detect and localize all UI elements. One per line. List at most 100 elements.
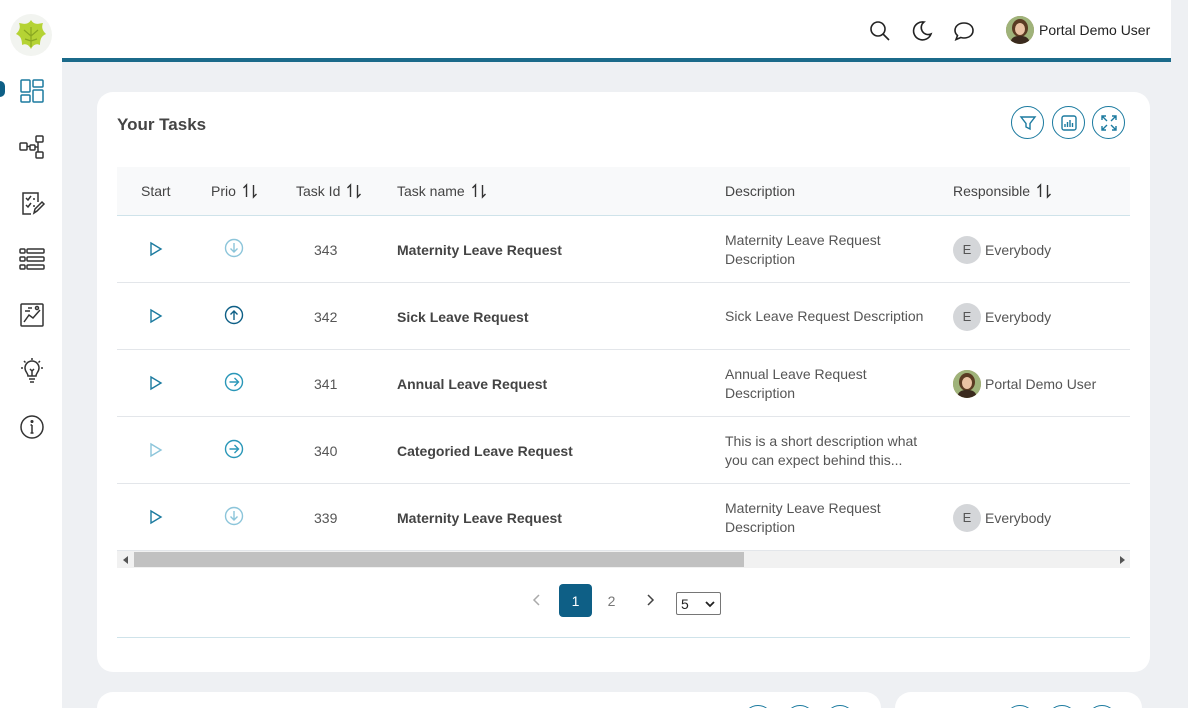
chat-button[interactable] xyxy=(952,19,976,43)
column-task-id-label: Task Id xyxy=(296,183,341,199)
tasks-widget: Your Tasks Start Prio Task Id Task name … xyxy=(97,92,1150,672)
task-name[interactable]: Maternity Leave Request xyxy=(397,484,562,551)
dashboard-icon xyxy=(20,79,44,103)
task-id: 341 xyxy=(314,375,338,392)
user-name: Portal Demo User xyxy=(1039,22,1151,38)
column-prio-label: Prio xyxy=(211,183,236,199)
tasks-table: Start Prio Task Id Task name Description… xyxy=(117,167,1130,551)
priority-normal-icon xyxy=(224,439,244,459)
start-task-button[interactable] xyxy=(149,375,165,391)
task-name[interactable]: Sick Leave Request xyxy=(397,283,529,350)
scroll-left-button[interactable] xyxy=(117,551,134,568)
chevron-down-icon xyxy=(705,601,715,608)
column-responsible-label: Responsible xyxy=(953,183,1031,199)
responsible-name: Portal Demo User xyxy=(985,375,1097,392)
page-size-value: 5 xyxy=(681,595,689,612)
task-id: 339 xyxy=(314,509,338,526)
triangle-left-icon xyxy=(122,555,128,564)
task-responsible: E Everybody xyxy=(953,216,1051,283)
column-task-id[interactable]: Task Id xyxy=(296,167,362,215)
search-icon xyxy=(870,21,890,41)
scrollbar-thumb[interactable] xyxy=(134,552,744,567)
sidebar-item-ideas[interactable] xyxy=(17,356,47,386)
scroll-right-button[interactable] xyxy=(1113,551,1130,568)
page-button-2[interactable]: 2 xyxy=(595,584,628,617)
filter-button[interactable] xyxy=(1011,106,1044,139)
widget-card-2 xyxy=(97,692,881,708)
table-row[interactable]: 342 Sick Leave Request Sick Leave Reques… xyxy=(117,283,1130,350)
sidebar-item-info[interactable] xyxy=(17,412,47,442)
task-description: This is a short description what you can… xyxy=(725,432,918,468)
widget-card-3 xyxy=(895,692,1142,708)
task-id: 343 xyxy=(314,241,338,258)
sort-icon[interactable] xyxy=(242,183,258,199)
table-row[interactable]: 343 Maternity Leave Request Maternity Le… xyxy=(117,216,1130,283)
sort-icon[interactable] xyxy=(471,183,487,199)
priority-low-icon xyxy=(224,238,244,258)
task-responsible: Portal Demo User xyxy=(953,350,1096,417)
column-responsible[interactable]: Responsible xyxy=(953,167,1052,215)
play-icon xyxy=(150,375,163,391)
table-header: Start Prio Task Id Task name Description… xyxy=(117,167,1130,216)
column-prio[interactable]: Prio xyxy=(211,167,258,215)
moon-icon xyxy=(912,21,933,41)
task-name[interactable]: Categoried Leave Request xyxy=(397,417,573,484)
active-nav-marker xyxy=(0,81,5,97)
task-id: 342 xyxy=(314,308,338,325)
table-row[interactable]: 339 Maternity Leave Request Maternity Le… xyxy=(117,484,1130,551)
column-start-label: Start xyxy=(141,183,171,199)
task-name[interactable]: Annual Leave Request xyxy=(397,350,547,417)
task-id: 340 xyxy=(314,442,338,459)
responsible-avatar xyxy=(953,369,981,398)
start-task-button[interactable] xyxy=(149,308,165,324)
start-task-button[interactable] xyxy=(149,241,165,257)
horizontal-scrollbar[interactable] xyxy=(117,551,1130,568)
dark-mode-toggle[interactable] xyxy=(910,19,934,43)
column-description-label: Description xyxy=(725,183,796,199)
ivy-logo-icon[interactable] xyxy=(10,14,52,56)
chart-button[interactable] xyxy=(1052,106,1085,139)
priority-normal-icon xyxy=(224,372,244,392)
start-task-button[interactable] xyxy=(149,509,165,525)
column-task-name[interactable]: Task name xyxy=(397,167,487,215)
tasks-widget-title: Your Tasks xyxy=(117,115,207,134)
table-row[interactable]: 340 Categoried Leave Request This is a s… xyxy=(117,417,1130,484)
task-description: Maternity Leave Request Description xyxy=(725,499,881,535)
priority-low-icon xyxy=(224,506,244,526)
start-task-button-disabled xyxy=(149,442,165,458)
sort-icon[interactable] xyxy=(1036,183,1052,199)
expand-button[interactable] xyxy=(1092,106,1125,139)
user-avatar xyxy=(1006,16,1034,44)
responsible-avatar: E xyxy=(953,302,981,331)
priority-high-icon xyxy=(224,305,244,325)
user-menu[interactable]: Portal Demo User xyxy=(1006,15,1150,45)
triangle-right-icon xyxy=(1119,555,1125,564)
responsible-avatar: E xyxy=(953,503,981,532)
sidebar-item-tasks[interactable] xyxy=(17,188,47,218)
task-responsible: E Everybody xyxy=(953,484,1051,551)
card-divider xyxy=(117,637,1130,638)
expand-icon xyxy=(1100,114,1117,131)
page-button-1[interactable]: 1 xyxy=(559,584,592,617)
lightbulb-icon xyxy=(21,358,43,383)
sidebar-item-processes[interactable] xyxy=(17,132,47,162)
sidebar-item-cases[interactable] xyxy=(17,244,47,274)
previous-page-button[interactable] xyxy=(529,592,545,608)
task-description: Maternity Leave Request Description xyxy=(725,231,881,267)
next-page-button[interactable] xyxy=(642,592,658,608)
play-icon xyxy=(150,241,163,257)
task-responsible: E Everybody xyxy=(953,283,1051,350)
responsible-avatar: E xyxy=(953,235,981,264)
sidebar-item-dashboard[interactable] xyxy=(17,76,47,106)
info-icon xyxy=(20,415,44,439)
sidebar-item-statistics[interactable] xyxy=(17,300,47,330)
sort-icon[interactable] xyxy=(346,183,362,199)
table-row[interactable]: 341 Annual Leave Request Annual Leave Re… xyxy=(117,350,1130,417)
top-header: Portal Demo User xyxy=(62,0,1171,62)
responsible-name: Everybody xyxy=(985,241,1052,258)
filter-icon xyxy=(1019,115,1036,130)
task-name[interactable]: Maternity Leave Request xyxy=(397,216,562,283)
page-size-select[interactable]: 5 xyxy=(676,592,721,615)
search-button[interactable] xyxy=(868,19,892,43)
play-icon xyxy=(150,509,163,525)
